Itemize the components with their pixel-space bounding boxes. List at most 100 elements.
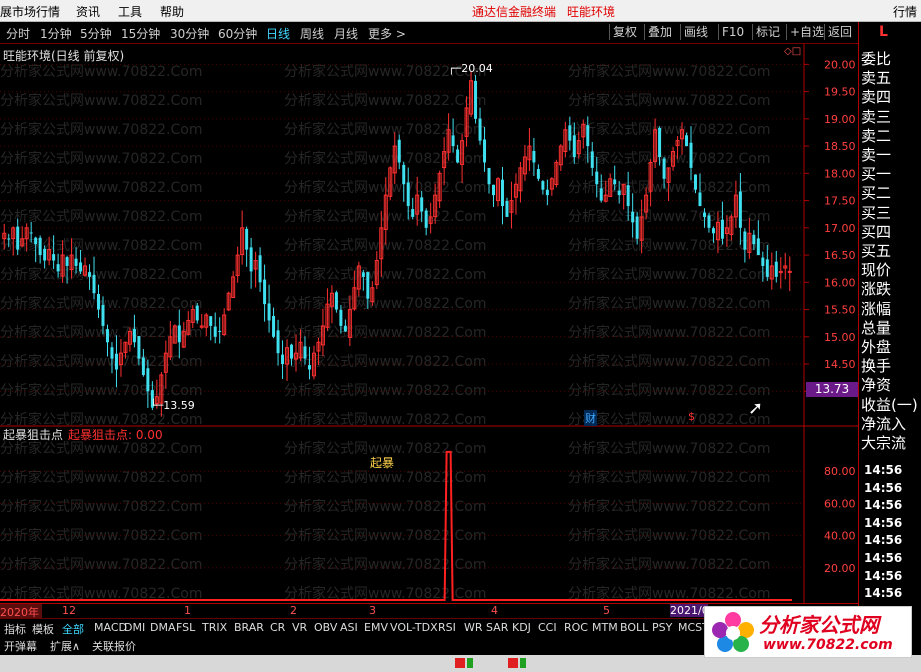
- period-weekly[interactable]: 周线: [300, 25, 324, 42]
- indicator-tab[interactable]: 指标: [4, 621, 26, 637]
- draw-button[interactable]: 画线: [680, 24, 711, 40]
- period-5min[interactable]: 5分钟: [80, 25, 112, 42]
- quote-label: 净流入: [861, 414, 907, 433]
- indicator-tab[interactable]: VOL-TDX: [390, 621, 438, 634]
- watermark-text: 分析家公式网www.70822.Com: [568, 556, 770, 573]
- menu-bar: 展市场行情 资讯 工具 帮助 通达信金融终端 旺能环境 行情: [0, 0, 921, 22]
- watermark-text: 分析家公式网www.70822.Com: [0, 237, 202, 254]
- indicator-tab[interactable]: ROC: [564, 621, 588, 634]
- period-15min[interactable]: 15分钟: [121, 25, 160, 42]
- candle-body-down: [761, 257, 765, 266]
- candle-body-down: [52, 254, 56, 261]
- period-30min[interactable]: 30分钟: [170, 25, 209, 42]
- main-chart-title: 旺能环境(日线 前复权): [3, 49, 125, 63]
- adjust-button[interactable]: 复权: [609, 24, 640, 40]
- quote-label: 涨跌: [861, 280, 892, 299]
- candle-body-down: [177, 325, 181, 343]
- candle-body-down: [114, 353, 118, 370]
- price-tick-label: 18.50: [824, 140, 856, 153]
- indicator-tab[interactable]: RSI: [438, 621, 456, 634]
- candle-body-down: [702, 212, 706, 217]
- quote-label: 买二: [861, 184, 892, 203]
- indicator-tab[interactable]: VR: [292, 621, 307, 634]
- low-price-label: └─13.59: [150, 399, 195, 412]
- expand-tab[interactable]: 扩展∧: [50, 638, 80, 654]
- period-daily[interactable]: 日线: [266, 25, 290, 42]
- add-favorite-button[interactable]: +自选: [786, 24, 827, 40]
- indicator-tab[interactable]: DMA: [150, 621, 176, 634]
- candle-body-down: [258, 255, 262, 283]
- high-arrow-icon: ┌─: [448, 62, 462, 75]
- indicator-tab[interactable]: PSY: [652, 621, 672, 634]
- candle-body-down: [500, 179, 504, 207]
- f10-button[interactable]: F10: [718, 24, 747, 40]
- watermark-text: 分析家公式网www.70822.Com: [0, 498, 202, 515]
- indicator-tab[interactable]: 模板: [32, 621, 54, 637]
- watermark-text: 分析家公式网www.70822.Com: [284, 237, 486, 254]
- indicator-tab[interactable]: ASI: [340, 621, 358, 634]
- danmaku-tab[interactable]: 开弹幕: [4, 638, 37, 654]
- chart-options-icon[interactable]: ◇□: [784, 46, 801, 57]
- watermark-text: 分析家公式网www.70822.Com: [284, 92, 486, 109]
- indicator-tab[interactable]: TRIX: [202, 621, 227, 634]
- candle-body-down: [492, 184, 496, 196]
- indicator-axis: 20.00 40.00 60.00 80.00: [824, 465, 856, 575]
- menu-tools[interactable]: 工具: [118, 3, 142, 20]
- indicator-tab[interactable]: OBV: [314, 621, 337, 634]
- period-60min[interactable]: 60分钟: [218, 25, 257, 42]
- candle-body-down: [536, 169, 540, 179]
- indicator-tab[interactable]: BRAR: [234, 621, 264, 634]
- candle-body-down: [195, 305, 199, 321]
- chart-area[interactable]: 分析家公式网www.70822.Com 分析家公式网www.70822.Com 分析…: [0, 44, 858, 618]
- candle-body-down: [92, 274, 96, 294]
- candle-body-down: [711, 228, 715, 234]
- candle-body-down: [595, 171, 599, 185]
- candle-body-down: [487, 167, 491, 185]
- menu-quote-cut[interactable]: 行情: [893, 3, 917, 20]
- quote-label: 卖一: [861, 146, 892, 164]
- trade-time: 14:56: [864, 568, 903, 583]
- candle-body-down: [689, 142, 693, 168]
- mark-button[interactable]: 标记: [752, 24, 783, 40]
- indicator-tab[interactable]: SAR: [486, 621, 508, 634]
- indicator-tab[interactable]: MTM: [592, 621, 618, 634]
- finance-marker[interactable]: 财: [584, 410, 597, 426]
- candle-body-down: [505, 200, 509, 217]
- indicator-tab[interactable]: CR: [270, 621, 285, 634]
- indicator-tab[interactable]: DMI: [124, 621, 145, 634]
- status-down-block: [467, 658, 473, 668]
- time-label-jan: 1: [184, 604, 191, 617]
- candle-body-down: [290, 344, 294, 359]
- indicator-tab[interactable]: FSL: [176, 621, 195, 634]
- indicator-tab[interactable]: BOLL: [620, 621, 648, 634]
- candle-body-down: [137, 336, 141, 359]
- quote-label: 买五: [861, 242, 892, 260]
- quote-label: 换手: [861, 357, 892, 376]
- time-label-mar: 3: [369, 604, 376, 617]
- indicator-tab[interactable]: 全部: [62, 621, 84, 637]
- related-quote-tab[interactable]: 关联报价: [92, 638, 136, 654]
- indicator-tab[interactable]: MACD: [94, 621, 127, 634]
- back-button[interactable]: 返回: [824, 24, 855, 40]
- candle-body-down: [281, 354, 285, 365]
- quote-label: 收益(一): [861, 395, 918, 414]
- dividend-marker[interactable]: $: [688, 410, 695, 423]
- menu-market[interactable]: 展市场行情: [0, 3, 60, 20]
- candle-body-down: [617, 190, 621, 196]
- indicator-tab[interactable]: CCI: [538, 621, 557, 634]
- quote-label: 卖三: [861, 107, 892, 126]
- menu-help[interactable]: 帮助: [160, 3, 184, 20]
- indicator-tab[interactable]: WR: [464, 621, 483, 634]
- period-more[interactable]: 更多 >: [368, 25, 406, 42]
- indicator-tab[interactable]: KDJ: [512, 621, 531, 634]
- indicator-tab[interactable]: EMV: [364, 621, 388, 634]
- overlay-button[interactable]: 叠加: [644, 24, 675, 40]
- menu-news[interactable]: 资讯: [76, 3, 100, 20]
- period-monthly[interactable]: 月线: [334, 25, 358, 42]
- period-1min[interactable]: 1分钟: [40, 25, 72, 42]
- watermark-text: 分析家公式网www.70822.Com: [0, 150, 202, 167]
- candle-body-down: [101, 304, 105, 326]
- period-tick[interactable]: 分时: [6, 25, 30, 42]
- watermark-text: 分析家公式网www.70822.Com: [284, 266, 486, 283]
- watermark-text: 分析家公式网www.70822.Com: [568, 324, 770, 341]
